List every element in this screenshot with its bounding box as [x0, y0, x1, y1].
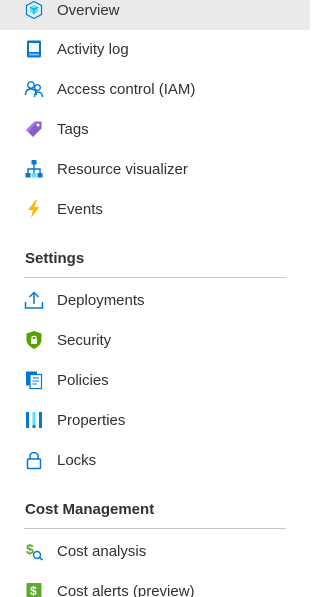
svg-text:$: $ [30, 584, 37, 597]
cube-icon [24, 0, 44, 20]
menu-item-tags[interactable]: Tags [0, 109, 310, 149]
menu-item-label: Cost analysis [57, 542, 147, 560]
menu-item-label: Resource visualizer [57, 160, 188, 178]
menu-item-security[interactable]: Security [0, 320, 310, 360]
lightning-icon [24, 199, 44, 219]
svg-text:$: $ [26, 541, 34, 557]
hierarchy-icon [24, 159, 44, 179]
lock-icon [24, 450, 44, 470]
menu-item-activity-log[interactable]: Activity log [0, 29, 310, 69]
menu-item-label: Events [57, 200, 103, 218]
menu-item-label: Tags [57, 120, 89, 138]
menu-item-label: Locks [57, 451, 97, 469]
menu-item-label: Properties [57, 411, 126, 429]
tag-icon [24, 119, 44, 139]
properties-bars-icon [24, 410, 44, 430]
section-divider [24, 277, 286, 278]
menu-item-label: Activity log [57, 40, 129, 58]
menu-item-resource-visualizer[interactable]: Resource visualizer [0, 149, 310, 189]
menu-item-label: Cost alerts (preview) [57, 582, 195, 597]
menu-item-properties[interactable]: Properties [0, 400, 310, 440]
menu-item-label: Security [57, 331, 112, 349]
section-divider [24, 528, 286, 529]
menu-item-label: Access control (IAM) [57, 80, 196, 98]
resource-menu: Overview Activity log Access control (IA… [0, 0, 310, 597]
menu-item-locks[interactable]: Locks [0, 440, 310, 480]
menu-item-label: Overview [57, 1, 120, 19]
menu-item-deployments[interactable]: Deployments [0, 280, 310, 320]
cost-alerts-icon: $ [24, 581, 44, 597]
menu-item-events[interactable]: Events [0, 189, 310, 229]
menu-item-label: Policies [57, 371, 109, 389]
section-header-cost-management: Cost Management [25, 501, 155, 518]
shield-lock-icon [24, 330, 44, 350]
upload-icon [24, 290, 44, 310]
activity-log-icon [24, 39, 44, 59]
cost-analysis-icon: $ [24, 541, 44, 561]
menu-item-label: Deployments [57, 291, 145, 309]
section-header-settings: Settings [25, 250, 85, 267]
menu-item-cost-alerts[interactable]: $ Cost alerts (preview) [0, 571, 310, 597]
people-icon [24, 79, 44, 99]
menu-item-overview[interactable]: Overview [0, 0, 310, 30]
policy-document-icon [24, 370, 44, 390]
menu-item-policies[interactable]: Policies [0, 360, 310, 400]
menu-item-access-control[interactable]: Access control (IAM) [0, 69, 310, 109]
menu-item-cost-analysis[interactable]: $ Cost analysis [0, 531, 310, 571]
